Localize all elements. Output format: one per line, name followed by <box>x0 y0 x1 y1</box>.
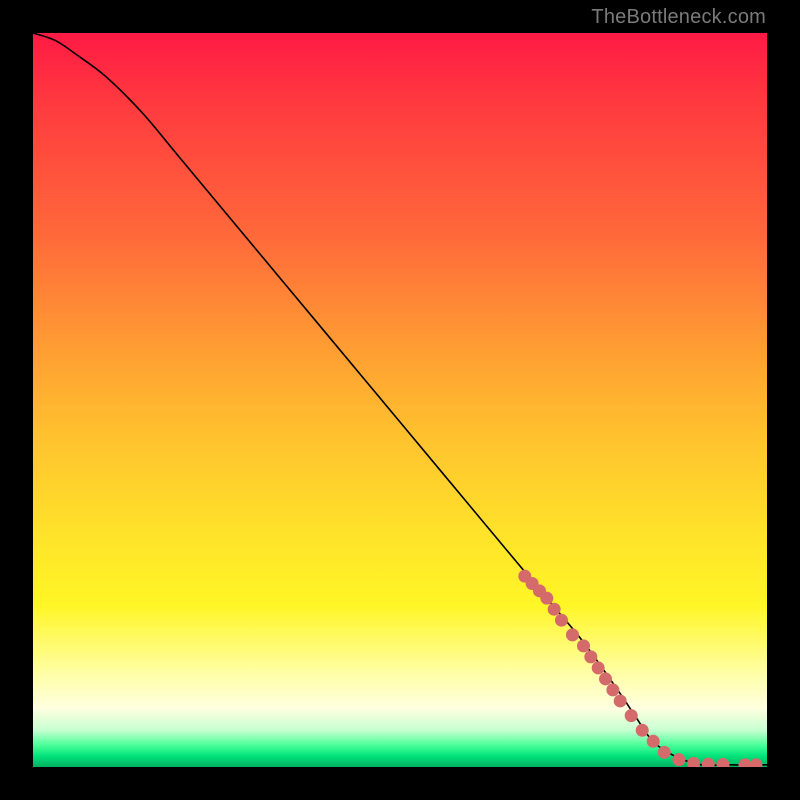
data-point <box>592 661 605 674</box>
data-point <box>548 603 561 616</box>
chart-svg <box>33 33 767 767</box>
data-point <box>636 724 649 737</box>
data-point <box>614 694 627 707</box>
plot-area <box>33 33 767 767</box>
watermark-text: TheBottleneck.com <box>591 6 766 29</box>
curve-line <box>33 33 767 765</box>
chart-frame: TheBottleneck.com <box>0 0 800 800</box>
data-point <box>672 753 685 766</box>
data-point <box>647 735 660 748</box>
data-point <box>566 628 579 641</box>
data-point <box>687 757 700 767</box>
data-point <box>738 758 751 767</box>
data-point <box>606 683 619 696</box>
data-point <box>599 672 612 685</box>
data-point <box>749 758 762 767</box>
data-point <box>625 709 638 722</box>
data-point <box>716 758 729 767</box>
data-point <box>540 592 553 605</box>
data-point <box>577 639 590 652</box>
data-point <box>702 758 715 767</box>
data-points <box>518 570 762 767</box>
data-point <box>658 746 671 759</box>
data-point <box>584 650 597 663</box>
data-point <box>555 614 568 627</box>
